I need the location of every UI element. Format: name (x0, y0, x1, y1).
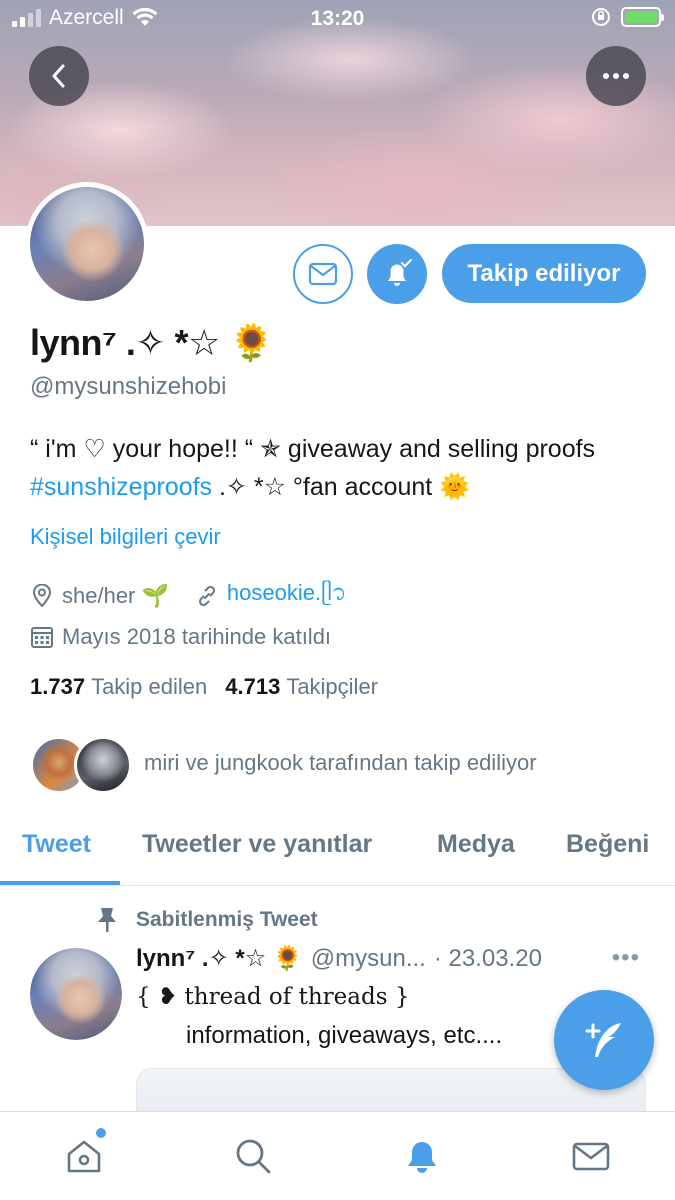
follow-counts: 1.737 Takip edilen 4.713 Takipçiler (30, 674, 378, 700)
tab-likes[interactable]: Beğeni (566, 830, 649, 859)
nav-notifications[interactable] (400, 1134, 444, 1178)
tweet-text-line-2: information, giveaways, etc.... (186, 1022, 503, 1049)
tweet-more-button[interactable]: ••• (612, 944, 640, 972)
messages-icon (572, 1142, 610, 1171)
battery-icon (621, 7, 664, 27)
followers-label: Takipçiler (286, 674, 379, 699)
tweet-text-line-1: { ❥ thread of threads } (136, 984, 410, 1010)
tab-tweets[interactable]: Tweet (22, 830, 91, 859)
profile-name: lynn⁷ .✧ *☆ 🌻 (30, 322, 274, 363)
profile-tabs: Tweet Tweetler ve yanıtlar Medya Beğeni (0, 808, 675, 886)
following-button[interactable]: Takip ediliyor (442, 244, 646, 303)
website-link[interactable]: hoseokie.ᥫ᭡ (227, 576, 347, 616)
tweet-author-name[interactable]: lynn⁷ .✧ *☆ 🌻 (136, 944, 303, 973)
home-notification-dot (96, 1128, 106, 1138)
back-button[interactable] (29, 46, 89, 106)
tab-tweets-and-replies[interactable]: Tweetler ve yanıtlar (142, 830, 372, 859)
profile-meta-joined: Mayıs 2018 tarihinde katıldı (30, 624, 331, 650)
tweet-date: · 23.03.20 (433, 944, 542, 972)
compose-tweet-button[interactable] (554, 990, 654, 1090)
chevron-left-icon (52, 64, 65, 88)
active-tab-indicator (0, 881, 120, 885)
bio-text: “ i'm ♡ your hope!! “ ✯ giveaway and sel… (30, 435, 596, 463)
notifications-toggle-button[interactable] (367, 244, 427, 304)
followed-by-row[interactable]: miri ve jungkook tarafından takip ediliy… (30, 736, 645, 794)
bell-check-icon (388, 258, 413, 286)
tweet-header: lynn⁷ .✧ *☆ 🌻 @mysun... · 23.03.20 ••• (136, 944, 646, 973)
nav-search[interactable] (231, 1134, 275, 1178)
tab-media[interactable]: Medya (437, 830, 515, 859)
bottom-navigation (0, 1111, 675, 1200)
joined-text: Mayıs 2018 tarihinde katıldı (62, 624, 332, 649)
mail-icon (308, 262, 338, 286)
tweet-avatar-image (30, 948, 122, 1040)
link-icon (195, 584, 219, 608)
following-label: Takip edilen (91, 674, 208, 699)
compose-feather-icon (585, 1023, 621, 1057)
profile-handle: @mysunshizehobi (30, 373, 227, 400)
status-time: 13:20 (310, 7, 365, 30)
message-button[interactable] (293, 244, 353, 304)
more-options-button[interactable] (586, 46, 646, 106)
following-count: 1.737 (30, 674, 86, 699)
more-horizontal-icon (603, 73, 629, 79)
bio-hashtag-link[interactable]: #sunshizeproofs (30, 473, 212, 501)
search-icon (236, 1139, 271, 1174)
nav-home[interactable] (62, 1128, 106, 1178)
location-text: she/her 🌱 (62, 583, 169, 608)
follower-avatar-2 (74, 736, 132, 794)
avatar-image (30, 187, 144, 301)
profile-bio: “ i'm ♡ your hope!! “ ✯ giveaway and sel… (30, 430, 645, 506)
profile-meta-location-website: she/her 🌱 hoseokie.ᥫ᭡ (30, 576, 346, 616)
bio-text-end: .✧ *☆ °fan account 🌞 (212, 473, 471, 501)
orientation-lock-icon (592, 8, 610, 26)
pin-icon (98, 908, 116, 932)
translate-bio-link[interactable]: Kişisel bilgileri çevir (30, 524, 221, 550)
status-bar: Azercell 13:20 (0, 0, 675, 38)
followers-count-link[interactable]: 4.713 Takipçiler (225, 674, 378, 700)
following-count-link[interactable]: 1.737 Takip edilen (30, 674, 207, 700)
tweet-author-handle: @mysun... (310, 944, 426, 972)
followers-count: 4.713 (225, 674, 281, 699)
pinned-label-row: Sabitlenmiş Tweet (94, 906, 318, 934)
home-icon (67, 1140, 101, 1173)
pinned-label: Sabitlenmiş Tweet (136, 908, 318, 931)
location-pin-icon (30, 584, 54, 608)
followed-by-text: miri ve jungkook tarafından takip ediliy… (144, 750, 537, 775)
profile-avatar[interactable] (25, 182, 149, 306)
nav-messages[interactable] (569, 1134, 613, 1178)
notifications-icon (408, 1142, 436, 1173)
tweet-author-avatar[interactable] (30, 948, 122, 1040)
calendar-icon (30, 625, 54, 649)
